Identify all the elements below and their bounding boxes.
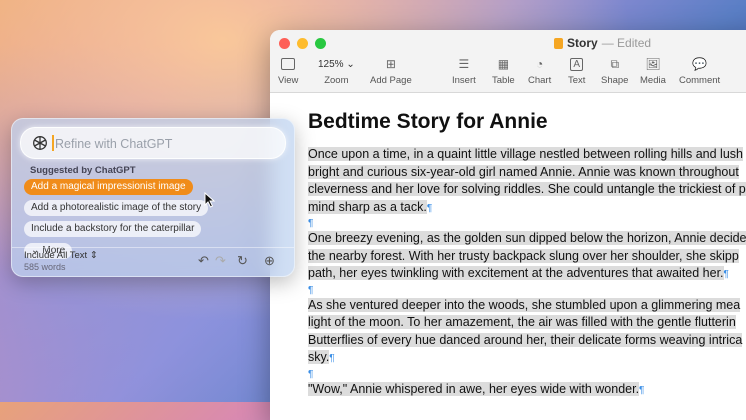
refresh-icon[interactable]: ↻ xyxy=(237,253,248,269)
table-button[interactable]: ▦ Table xyxy=(492,56,515,86)
paragraph-line: the nearby forest. With her trusty backp… xyxy=(308,248,739,263)
shape-label: Shape xyxy=(601,75,629,86)
chatgpt-logo-icon xyxy=(33,136,47,150)
include-label: Include All Text xyxy=(24,250,88,261)
paragraph-line: Once upon a time, in a quaint little vil… xyxy=(308,147,743,161)
insert-icon: ☰ xyxy=(458,57,470,71)
word-count: 585 words xyxy=(24,262,66,272)
story-paragraph: Once upon a time, in a quaint little vil… xyxy=(308,146,746,217)
suggested-label: Suggested by ChatGPT xyxy=(30,165,136,176)
paragraph-line: As she ventured deeper into the woods, s… xyxy=(308,297,741,312)
pilcrow-mark: ¶ xyxy=(329,353,335,364)
table-icon: ▦ xyxy=(497,57,510,71)
pilcrow-mark: ¶ xyxy=(639,384,645,396)
comment-label: Comment xyxy=(679,75,721,86)
chatgpt-panel: Suggested by ChatGPT Add a magical impre… xyxy=(11,118,295,277)
text-label: Text xyxy=(568,75,586,86)
suggestion-backstory[interactable]: Include a backstory for the caterpillar xyxy=(24,221,202,237)
story-heading: Bedtime Story for Annie xyxy=(308,110,548,133)
paragraph-line: path, her eyes twinkling with excitement… xyxy=(308,266,724,280)
table-label: Table xyxy=(492,75,515,86)
text-box-icon: A xyxy=(570,57,584,71)
zoom-button[interactable]: 125% ⌄ Zoom xyxy=(314,56,359,87)
paragraph-line: One breezy evening, as the golden sun di… xyxy=(308,231,746,245)
window-titlebar: Story — Edited View 125% ⌄ Zoom ⊞ Add Pa… xyxy=(270,30,746,93)
empty-paragraph-mark: ¶ xyxy=(308,284,314,296)
comment-button[interactable]: 💬 Comment xyxy=(679,56,720,86)
zoom-window-button[interactable] xyxy=(315,38,326,49)
paragraph-line: sky. xyxy=(308,350,330,364)
paragraph-line: bright and curious six-year-old girl nam… xyxy=(308,164,739,179)
document-name: Story xyxy=(567,36,598,50)
undo-icon[interactable]: ↶ xyxy=(198,253,209,269)
pages-window: Story — Edited View 125% ⌄ Zoom ⊞ Add Pa… xyxy=(270,30,746,420)
mouse-pointer-icon xyxy=(204,192,216,208)
add-page-label: Add Page xyxy=(370,75,412,86)
view-label: View xyxy=(278,75,299,86)
chart-label: Chart xyxy=(528,75,552,86)
paragraph-line: Butterflies of every hue danced around h… xyxy=(308,332,743,347)
view-button[interactable]: View xyxy=(278,56,298,86)
insert-label: Insert xyxy=(452,75,476,86)
paragraph-line: light of the moon. To her amazement, the… xyxy=(308,315,736,329)
document-body[interactable]: Bedtime Story for Annie Once upon a time… xyxy=(308,93,746,399)
paragraph-line: cleverness and her love for solving ridd… xyxy=(308,182,746,196)
close-button[interactable] xyxy=(279,38,290,49)
add-circle-icon[interactable]: ⊕ xyxy=(264,253,275,269)
zoom-label: Zoom xyxy=(324,75,349,86)
shape-icon: ⧉ xyxy=(610,56,620,71)
story-paragraph: As she ventured deeper into the woods, s… xyxy=(308,297,746,368)
refine-input[interactable] xyxy=(53,134,277,154)
suggestion-magical-image[interactable]: Add a magical impressionist image xyxy=(24,179,193,195)
paragraph-line: "Wow," Annie whispered in awe, her eyes … xyxy=(308,381,640,396)
media-button[interactable]: 🖼 Media xyxy=(640,56,666,86)
add-page-icon: ⊞ xyxy=(385,57,396,71)
pilcrow-mark: ¶ xyxy=(723,269,729,280)
minimize-button[interactable] xyxy=(297,38,308,49)
updown-chevron-icon: ⇕ xyxy=(89,250,98,261)
empty-paragraph-mark: ¶ xyxy=(308,368,314,380)
edited-status: — Edited xyxy=(601,36,652,50)
paragraph-line: mind sharp as a tack. xyxy=(308,199,427,214)
story-paragraph: "Wow," Annie whispered in awe, her eyes … xyxy=(308,381,746,400)
comment-icon: 💬 xyxy=(692,57,708,71)
pages-doc-icon xyxy=(554,37,563,49)
text-button[interactable]: A Text xyxy=(568,56,585,86)
zoom-value: 125% ⌄ xyxy=(318,58,355,70)
include-text-selector[interactable]: Include All Text ⇕ xyxy=(24,250,98,261)
sidebar-icon xyxy=(281,58,296,70)
document-title: Story — Edited xyxy=(554,36,651,50)
redo-icon[interactable]: ↷ xyxy=(215,253,226,269)
suggestion-photorealistic-image[interactable]: Add a photorealistic image of the story xyxy=(24,200,209,216)
media-label: Media xyxy=(640,75,666,86)
paragraphs: Once upon a time, in a quaint little vil… xyxy=(308,146,746,399)
pilcrow-mark: ¶ xyxy=(426,202,433,214)
media-icon: 🖼 xyxy=(645,57,661,71)
refine-field[interactable] xyxy=(20,127,286,159)
toolbar: View 125% ⌄ Zoom ⊞ Add Page ☰ Insert ▦ T… xyxy=(270,56,746,90)
traffic-lights xyxy=(279,38,326,49)
chart-button[interactable]: ◔ Chart xyxy=(528,56,551,86)
chart-icon: ◔ xyxy=(535,57,544,71)
story-paragraph: One breezy evening, as the golden sun di… xyxy=(308,230,746,284)
add-page-button[interactable]: ⊞ Add Page xyxy=(370,56,412,86)
empty-paragraph-mark: ¶ xyxy=(308,218,314,229)
panel-divider xyxy=(12,247,294,248)
insert-button[interactable]: ☰ Insert xyxy=(452,56,476,86)
shape-button[interactable]: ⧉ Shape xyxy=(601,56,629,87)
